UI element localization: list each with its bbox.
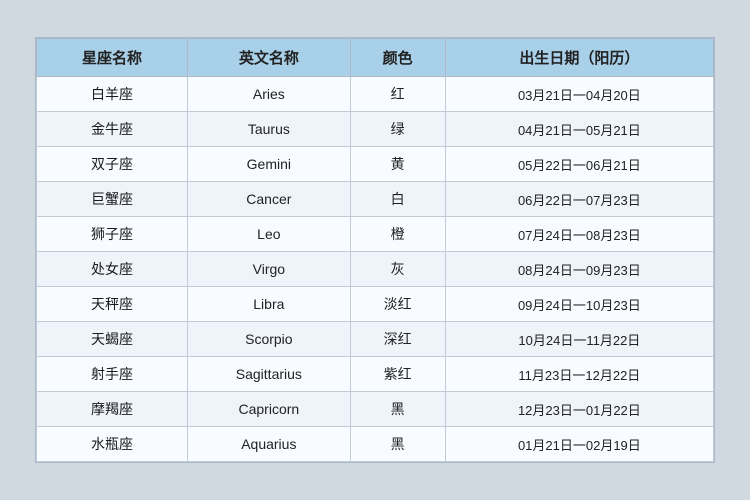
cell-3-3: 06月22日一07月23日: [445, 182, 713, 217]
cell-2-0: 双子座: [37, 147, 188, 182]
cell-10-3: 01月21日一02月19日: [445, 427, 713, 462]
cell-0-2: 红: [350, 77, 445, 112]
table-row: 金牛座Taurus绿04月21日一05月21日: [37, 112, 714, 147]
table-row: 白羊座Aries红03月21日一04月20日: [37, 77, 714, 112]
cell-8-3: 11月23日一12月22日: [445, 357, 713, 392]
cell-9-1: Capricorn: [188, 392, 351, 427]
cell-6-2: 淡红: [350, 287, 445, 322]
cell-7-3: 10月24日一11月22日: [445, 322, 713, 357]
cell-8-2: 紫红: [350, 357, 445, 392]
table-row: 处女座Virgo灰08月24日一09月23日: [37, 252, 714, 287]
table-row: 天蝎座Scorpio深红10月24日一11月22日: [37, 322, 714, 357]
cell-8-0: 射手座: [37, 357, 188, 392]
col-header-chinese: 星座名称: [37, 39, 188, 77]
col-header-color: 颜色: [350, 39, 445, 77]
cell-4-2: 橙: [350, 217, 445, 252]
table-row: 射手座Sagittarius紫红11月23日一12月22日: [37, 357, 714, 392]
table-header-row: 星座名称 英文名称 颜色 出生日期（阳历）: [37, 39, 714, 77]
table-row: 狮子座Leo橙07月24日一08月23日: [37, 217, 714, 252]
cell-6-3: 09月24日一10月23日: [445, 287, 713, 322]
cell-10-0: 水瓶座: [37, 427, 188, 462]
cell-3-0: 巨蟹座: [37, 182, 188, 217]
table-row: 摩羯座Capricorn黑12月23日一01月22日: [37, 392, 714, 427]
cell-2-1: Gemini: [188, 147, 351, 182]
cell-9-3: 12月23日一01月22日: [445, 392, 713, 427]
cell-9-0: 摩羯座: [37, 392, 188, 427]
col-header-english: 英文名称: [188, 39, 351, 77]
cell-4-3: 07月24日一08月23日: [445, 217, 713, 252]
cell-2-3: 05月22日一06月21日: [445, 147, 713, 182]
cell-1-1: Taurus: [188, 112, 351, 147]
cell-8-1: Sagittarius: [188, 357, 351, 392]
cell-5-0: 处女座: [37, 252, 188, 287]
table-body: 白羊座Aries红03月21日一04月20日金牛座Taurus绿04月21日一0…: [37, 77, 714, 462]
cell-6-0: 天秤座: [37, 287, 188, 322]
zodiac-table-container: 星座名称 英文名称 颜色 出生日期（阳历） 白羊座Aries红03月21日一04…: [35, 37, 715, 463]
cell-6-1: Libra: [188, 287, 351, 322]
cell-0-0: 白羊座: [37, 77, 188, 112]
cell-7-1: Scorpio: [188, 322, 351, 357]
cell-1-2: 绿: [350, 112, 445, 147]
cell-1-3: 04月21日一05月21日: [445, 112, 713, 147]
cell-10-1: Aquarius: [188, 427, 351, 462]
table-row: 水瓶座Aquarius黑01月21日一02月19日: [37, 427, 714, 462]
cell-3-1: Cancer: [188, 182, 351, 217]
table-row: 巨蟹座Cancer白06月22日一07月23日: [37, 182, 714, 217]
cell-9-2: 黑: [350, 392, 445, 427]
cell-2-2: 黄: [350, 147, 445, 182]
cell-1-0: 金牛座: [37, 112, 188, 147]
cell-7-2: 深红: [350, 322, 445, 357]
cell-5-3: 08月24日一09月23日: [445, 252, 713, 287]
cell-5-1: Virgo: [188, 252, 351, 287]
cell-5-2: 灰: [350, 252, 445, 287]
cell-0-1: Aries: [188, 77, 351, 112]
cell-0-3: 03月21日一04月20日: [445, 77, 713, 112]
zodiac-table: 星座名称 英文名称 颜色 出生日期（阳历） 白羊座Aries红03月21日一04…: [36, 38, 714, 462]
cell-10-2: 黑: [350, 427, 445, 462]
table-row: 双子座Gemini黄05月22日一06月21日: [37, 147, 714, 182]
table-row: 天秤座Libra淡红09月24日一10月23日: [37, 287, 714, 322]
cell-7-0: 天蝎座: [37, 322, 188, 357]
cell-4-0: 狮子座: [37, 217, 188, 252]
col-header-dates: 出生日期（阳历）: [445, 39, 713, 77]
cell-4-1: Leo: [188, 217, 351, 252]
cell-3-2: 白: [350, 182, 445, 217]
